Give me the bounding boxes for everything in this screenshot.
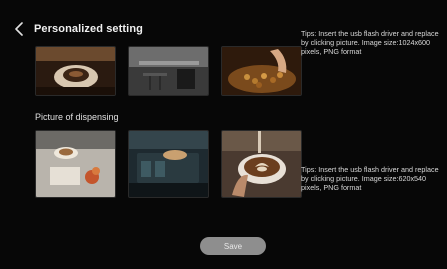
background-picture-list [35,46,302,96]
cafe-interior-image [129,47,208,95]
back-button[interactable] [12,20,26,38]
dispensing-picture-list [35,130,302,198]
dispensing-picture-1[interactable] [35,130,116,198]
dispensing-tips: Tips: Insert the usb flash driver and re… [301,165,439,192]
coffee-cup-image [36,47,115,95]
screen: Personalized setting Tips: Insert the us… [0,0,447,269]
background-picture-3[interactable] [221,46,302,96]
coffee-beans-image [222,47,301,95]
latte-art-pour-image [222,131,301,197]
background-picture-2[interactable] [128,46,209,96]
dispensing-picture-2[interactable] [128,130,209,198]
header: Personalized setting [12,18,143,40]
background-picture-1[interactable] [35,46,116,96]
dispensing-picture-3[interactable] [221,130,302,198]
latte-table-image [36,131,115,197]
background-tips: Tips: Insert the usb flash driver and re… [301,29,439,56]
page-title: Personalized setting [34,23,143,35]
section-title-dispensing: Picture of dispensing [35,112,119,122]
coffee-machine-image [129,131,208,197]
chevron-left-icon [15,22,23,36]
save-button[interactable]: Save [200,237,266,255]
